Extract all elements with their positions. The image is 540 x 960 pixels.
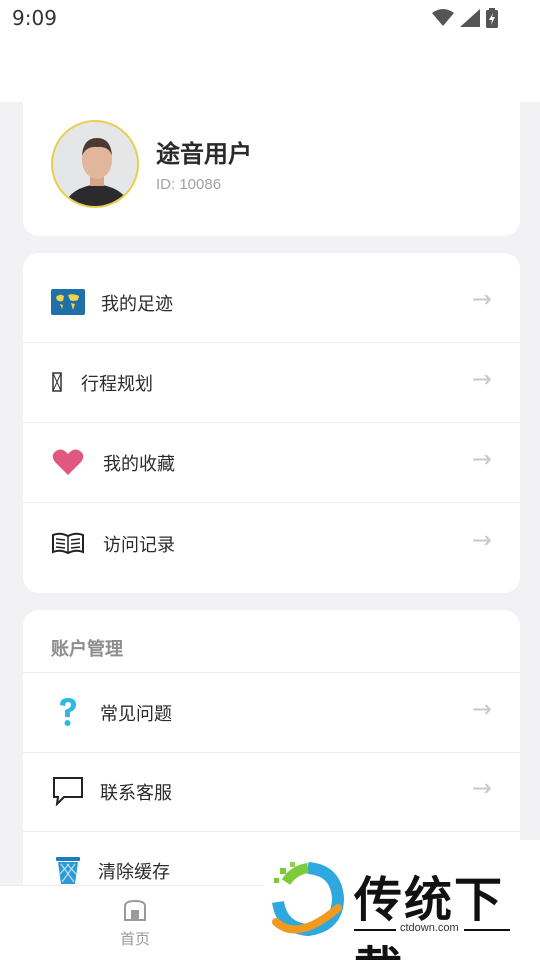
arrow-right-icon: → — [471, 774, 492, 802]
avatar[interactable] — [51, 120, 139, 208]
menu-item-itinerary[interactable]: 行程规划 → — [23, 343, 520, 423]
menu-item-label: 我的足迹 — [101, 294, 173, 315]
account-item-label: 联系客服 — [100, 783, 172, 804]
profile-name: 途音用户 — [156, 140, 252, 168]
question-icon — [51, 697, 85, 727]
status-time: 9:09 — [12, 6, 57, 30]
menu-item-label: 我的收藏 — [103, 454, 175, 475]
tab-label: 首页 — [119, 930, 150, 948]
profile-id: ID: 10086 — [156, 176, 222, 193]
speech-bubble-icon — [51, 776, 85, 806]
signal-icon — [460, 9, 480, 27]
status-icons — [432, 8, 498, 28]
menu-card: 我的足迹 → 行程规划 → 我的收藏 → 访问记录 → — [23, 253, 520, 593]
watermark-logo-icon — [272, 862, 345, 937]
menu-item-label: 行程规划 — [81, 374, 153, 395]
watermark-url: ctdown.com — [400, 922, 459, 934]
profile-card[interactable]: 途音用户 ID: 10086 — [23, 102, 520, 236]
account-item-support[interactable]: 联系客服 → — [23, 752, 520, 832]
account-item-label: 清除缓存 — [98, 862, 170, 883]
account-item-faq[interactable]: 常见问题 → — [23, 673, 520, 753]
menu-item-history[interactable]: 访问记录 → — [23, 504, 520, 584]
menu-item-footprints[interactable]: 我的足迹 → — [23, 263, 520, 343]
status-bar: 9:09 — [0, 0, 540, 36]
world-map-icon — [51, 287, 85, 317]
missing-glyph-icon — [51, 367, 63, 397]
home-icon — [124, 899, 146, 921]
battery-charging-icon — [486, 8, 498, 28]
trash-can-icon — [51, 855, 85, 885]
watermark: 传统下载 ctdown.com — [264, 840, 540, 960]
section-title: 账户管理 — [51, 639, 123, 660]
arrow-right-icon: → — [471, 526, 492, 554]
arrow-right-icon: → — [471, 445, 492, 473]
arrow-right-icon: → — [471, 365, 492, 393]
avatar-photo — [53, 122, 137, 206]
menu-item-label: 访问记录 — [103, 535, 175, 556]
open-book-icon — [51, 528, 85, 558]
watermark-rule-right — [464, 929, 510, 931]
account-item-label: 常见问题 — [100, 704, 172, 725]
menu-item-favorites[interactable]: 我的收藏 → — [23, 423, 520, 503]
arrow-right-icon: → — [471, 695, 492, 723]
tab-home[interactable]: 首页 — [104, 898, 166, 954]
arrow-right-icon: → — [471, 285, 492, 313]
watermark-rule-left — [354, 929, 396, 931]
heart-icon — [51, 447, 85, 477]
watermark-text: 传统下载 — [354, 872, 505, 960]
header-area — [0, 36, 540, 102]
wifi-icon — [432, 9, 454, 26]
